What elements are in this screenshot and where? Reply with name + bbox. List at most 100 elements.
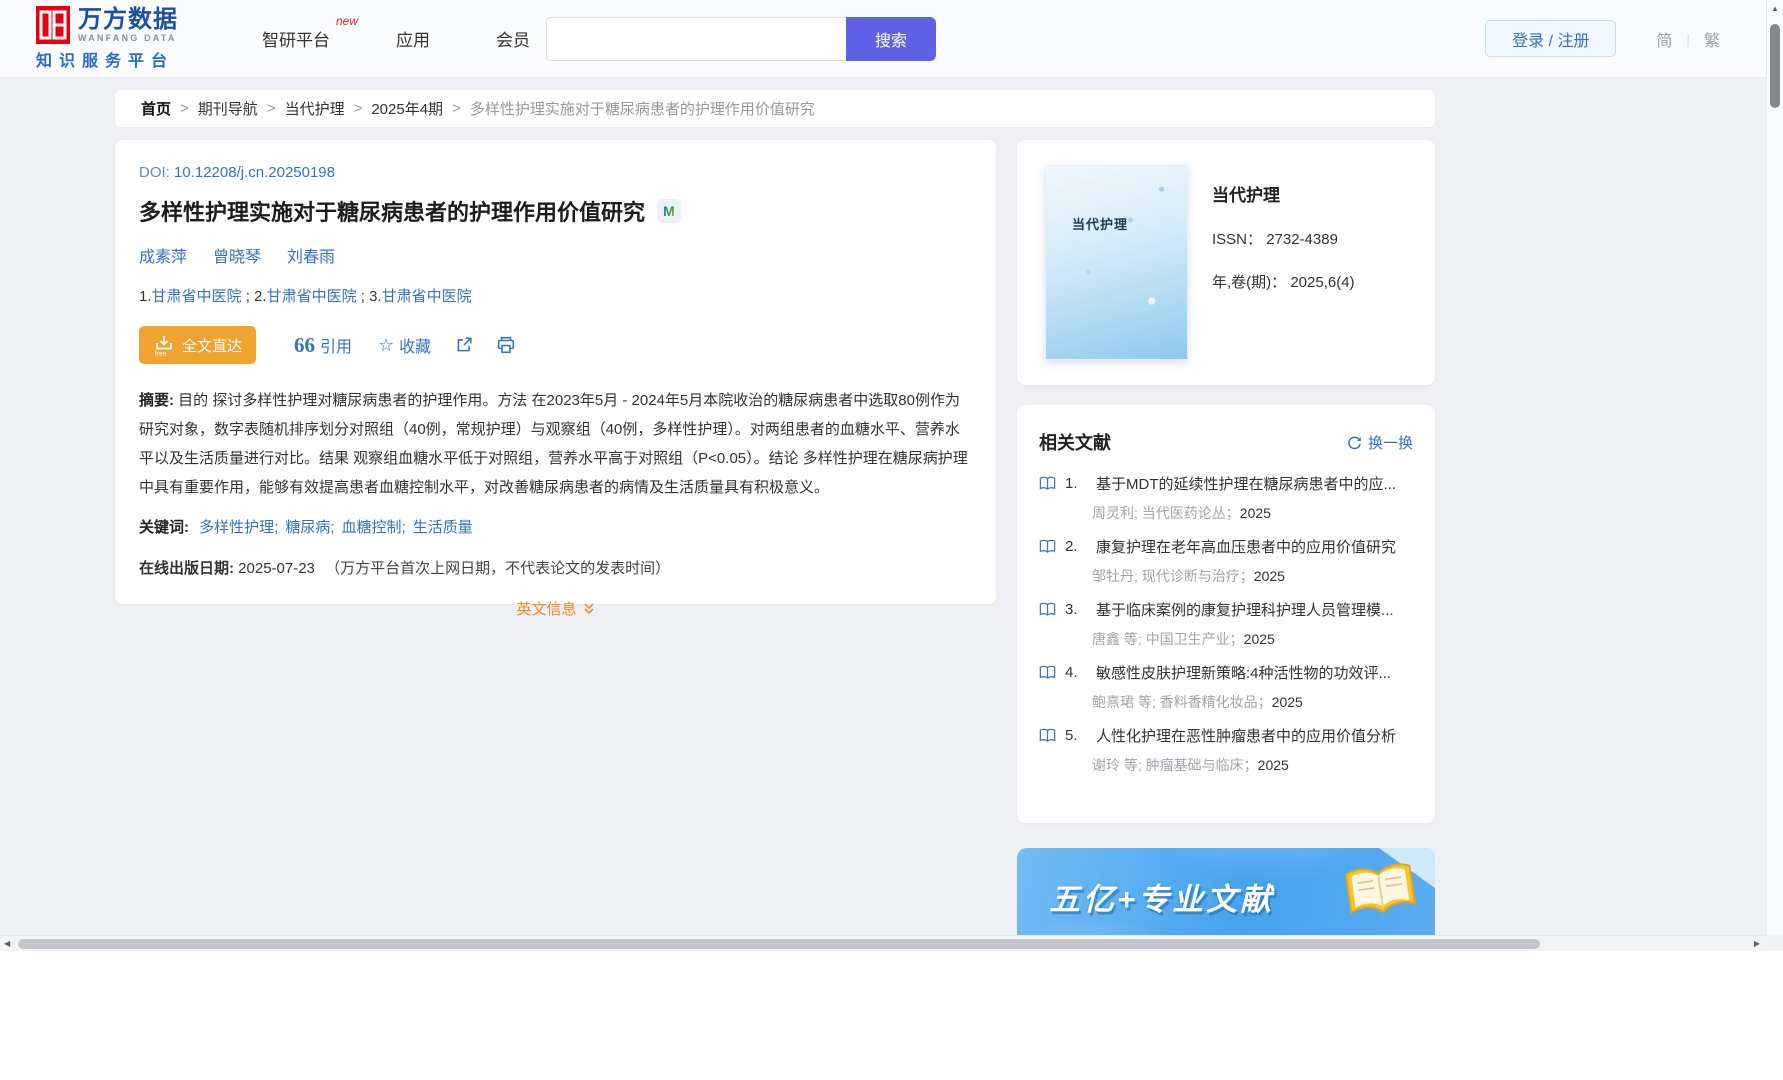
refresh-label: 换一换: [1367, 434, 1413, 452]
wanfang-logo[interactable]: 万方数据 WANFANG DATA 知识服务平台: [36, 6, 196, 71]
book-icon: [1039, 539, 1056, 553]
open-book-icon: [1341, 857, 1421, 929]
book-icon: [1039, 728, 1056, 742]
english-info-toggle[interactable]: 英文信息: [516, 598, 594, 619]
book-icon: [1039, 602, 1056, 616]
author-link[interactable]: 刘春雨: [287, 243, 335, 267]
related-item-title[interactable]: 基于MDT的延续性护理在糖尿病患者中的应...: [1096, 473, 1396, 494]
scroll-right-icon[interactable]: ▶: [1754, 939, 1760, 948]
related-item: 5. 人性化护理在恶性肿瘤患者中的应用价值分析 谢玲 等; 肿瘤基础与临床；20…: [1039, 725, 1413, 775]
journal-name[interactable]: 当代护理: [1212, 181, 1355, 206]
metrics-m-icon: M: [663, 203, 675, 219]
scroll-left-icon[interactable]: ◀: [4, 939, 10, 948]
nav-item-zhiyan[interactable]: 智研平台 new: [262, 14, 358, 51]
breadcrumb-current: 多样性护理实施对于糖尿病患者的护理作用价值研究: [469, 101, 815, 118]
related-item-year: 2025: [1257, 757, 1289, 773]
fulltext-download-icon: free: [153, 334, 175, 356]
related-item-title[interactable]: 基于临床案例的康复护理科护理人员管理模...: [1096, 599, 1394, 620]
doi-label: DOI:: [139, 164, 170, 181]
author-link[interactable]: 曾晓琴: [213, 243, 261, 267]
affiliation-list: 1.甘肃省中医院 ; 2.甘肃省中医院 ; 3.甘肃省中医院: [139, 285, 972, 306]
related-list: 1. 基于MDT的延续性护理在糖尿病患者中的应... 周灵利; 当代医药论丛；2…: [1039, 473, 1413, 775]
search-input[interactable]: [546, 16, 846, 61]
fulltext-label: 全文直达: [182, 337, 243, 355]
lang-traditional[interactable]: 繁: [1704, 27, 1720, 51]
affiliation-number: 2.: [254, 288, 267, 305]
author-list: 成素萍 曾晓琴 刘春雨: [139, 243, 972, 267]
breadcrumb-issue[interactable]: 2025年4期: [371, 98, 443, 119]
related-item-source: 邹牡丹; 现代诊断与治疗；2025: [1092, 568, 1285, 584]
main-nav: 智研平台 new 应用 会员: [262, 14, 530, 51]
keyword-link[interactable]: 生活质量: [413, 519, 473, 536]
keyword-link[interactable]: 糖尿病: [285, 519, 330, 536]
affiliation-link[interactable]: 甘肃省中医院: [152, 288, 242, 305]
doi-link[interactable]: 10.12208/j.cn.20250198: [174, 164, 335, 181]
login-register-button[interactable]: 登录 / 注册: [1485, 20, 1617, 57]
vertical-scrollbar-thumb[interactable]: [1770, 24, 1780, 108]
related-item-title[interactable]: 人性化护理在恶性肿瘤患者中的应用价值分析: [1096, 725, 1396, 746]
keyword-link[interactable]: 血糖控制: [342, 519, 402, 536]
journal-volume: 年,卷(期)： 2025,6(4): [1212, 271, 1355, 292]
abstract-text: 目的 探讨多样性护理对糖尿病患者的护理作用。方法 在2023年5月 - 2024…: [139, 392, 968, 496]
metrics-badge[interactable]: M: [657, 199, 682, 223]
volume-value: 2025,6(4): [1290, 274, 1355, 291]
source-year-separator: ；: [1239, 568, 1254, 584]
share-icon: [457, 337, 472, 352]
related-item: 2. 康复护理在老年高血压患者中的应用价值研究 邹牡丹; 现代诊断与治疗；202…: [1039, 536, 1413, 586]
refresh-icon: [1348, 436, 1361, 449]
lang-simplified[interactable]: 简: [1656, 27, 1672, 51]
abstract: 摘要: 目的 探讨多样性护理对糖尿病患者的护理作用。方法 在2023年5月 - …: [139, 386, 972, 502]
affiliation-number: 1.: [139, 288, 152, 305]
header-right: 登录 / 注册 简 | 繁: [1485, 20, 1730, 57]
printer-icon: [498, 336, 515, 354]
journal-cover[interactable]: 当代护理: [1045, 165, 1188, 360]
scroll-up-icon[interactable]: ▲: [1767, 4, 1783, 13]
affiliation-link[interactable]: 甘肃省中医院: [382, 288, 472, 305]
breadcrumb-separator: >: [452, 100, 461, 117]
breadcrumb-separator: >: [266, 100, 276, 117]
horizontal-scrollbar-thumb[interactable]: [18, 939, 1540, 949]
related-item-title[interactable]: 敏感性皮肤护理新策略:4种活性物的功效评...: [1096, 662, 1391, 683]
share-button[interactable]: [455, 336, 473, 354]
author-link[interactable]: 成素萍: [139, 243, 187, 267]
favorite-button[interactable]: ☆ 收藏: [378, 333, 431, 357]
search-button[interactable]: 搜索: [846, 16, 936, 61]
logo-brand-text: 万方数据: [78, 5, 178, 33]
print-button[interactable]: [497, 336, 515, 354]
book-icon: [1039, 665, 1056, 679]
cite-label: 引用: [320, 339, 353, 356]
cite-button[interactable]: 66 引用: [294, 333, 352, 357]
related-item-source: 谢玲 等; 肿瘤基础与临床；2025: [1092, 757, 1289, 773]
related-item-source: 周灵利; 当代医药论丛；2025: [1092, 505, 1271, 521]
fulltext-button[interactable]: free 全文直达: [139, 326, 257, 364]
breadcrumb-journal[interactable]: 当代护理: [285, 98, 345, 119]
related-item-year: 2025: [1253, 568, 1285, 584]
horizontal-scrollbar[interactable]: ◀ ▶: [0, 935, 1766, 951]
refresh-related-button[interactable]: 换一换: [1347, 432, 1413, 453]
breadcrumb-home[interactable]: 首页: [141, 98, 171, 119]
journal-card: 当代护理 当代护理 ISSN： 2732-4389 年,卷(期)： 2025,6…: [1017, 140, 1435, 385]
pubdate-value: 2025-07-23: [238, 560, 315, 577]
logo-subtitle: 知识服务平台: [36, 53, 175, 70]
nav-item-apps[interactable]: 应用: [396, 26, 430, 51]
breadcrumb-journal-nav[interactable]: 期刊导航: [198, 98, 258, 119]
related-item: 3. 基于临床案例的康复护理科护理人员管理模... 唐鑫 等; 中国卫生产业；2…: [1039, 599, 1413, 649]
related-item-number: 3.: [1065, 601, 1078, 618]
affiliation-link[interactable]: 甘肃省中医院: [267, 288, 357, 305]
site-header: 万方数据 WANFANG DATA 知识服务平台 智研平台 new 应用 会员 …: [0, 0, 1766, 78]
journal-issn: ISSN： 2732-4389: [1212, 228, 1355, 249]
source-year-separator: ；: [1243, 757, 1258, 773]
promo-banner[interactable]: 五亿+专业文献: [1017, 848, 1435, 935]
breadcrumb: 首页 > 期刊导航 > 当代护理 > 2025年4期 > 多样性护理实施对于糖尿…: [115, 90, 1435, 127]
keyword-link[interactable]: 多样性护理: [199, 519, 274, 536]
pubdate-line: 在线出版日期: 2025-07-23 （万方平台首次上网日期，不代表论文的发表时…: [139, 557, 972, 578]
article-title: 多样性护理实施对于糖尿病患者的护理作用价值研究: [139, 200, 646, 225]
related-item: 4. 敏感性皮肤护理新策略:4种活性物的功效评... 鲍熹珺 等; 香料香精化妆…: [1039, 662, 1413, 712]
vertical-scrollbar[interactable]: ▲: [1766, 0, 1783, 935]
related-item-number: 5.: [1065, 727, 1078, 744]
pubdate-note: （万方平台首次上网日期，不代表论文的发表时间）: [325, 560, 671, 577]
related-item-title[interactable]: 康复护理在老年高血压患者中的应用价值研究: [1096, 536, 1396, 557]
article-actions: free 全文直达 66 引用 ☆ 收藏: [139, 326, 972, 364]
search-bar: 搜索: [546, 16, 936, 61]
nav-item-member[interactable]: 会员: [496, 26, 530, 51]
